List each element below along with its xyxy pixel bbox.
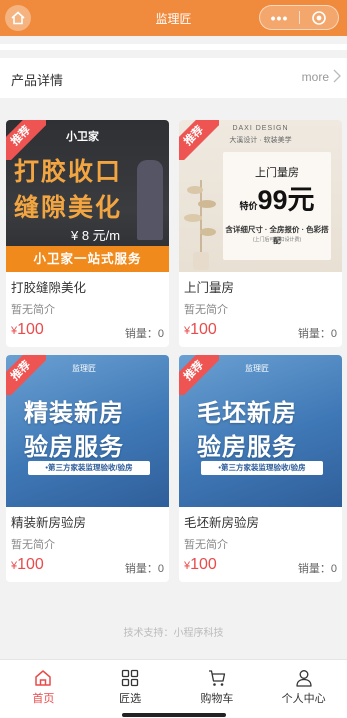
image-headline-2: 验房服务 [24, 434, 124, 461]
product-price: ¥100 [11, 556, 44, 574]
image-logo-text: 监理匠 [245, 364, 269, 373]
product-card[interactable]: 小卫家 打胶收口 缝隙美化 ¥ 8 元/m 小卫家一站式服务 推荐 打胶缝隙美化… [6, 120, 169, 347]
product-sales: 销量：0 [124, 328, 164, 340]
capsule-menu: ••• [259, 5, 339, 30]
product-image[interactable]: 监理匠 精装新房 验房服务 •第三方家装监理验收/验房 推荐 [6, 355, 169, 507]
more-link[interactable]: more [302, 70, 329, 84]
product-sales: 销量：0 [124, 563, 164, 575]
home-indicator [122, 713, 226, 717]
grid-icon [121, 669, 139, 687]
product-name[interactable]: 打胶缝隙美化 [11, 277, 86, 296]
product-desc: 暂无简介 [184, 304, 228, 316]
home-icon [35, 670, 52, 686]
image-pill-text: •第三方家装监理验收/验房 [28, 461, 150, 475]
product-sales: 销量：0 [297, 328, 337, 340]
more-button[interactable]: ••• [260, 6, 299, 29]
close-button[interactable] [300, 6, 338, 29]
cart-icon [208, 670, 226, 686]
tab-profile[interactable]: 个人中心 [260, 660, 347, 718]
product-price: ¥100 [184, 556, 217, 574]
tab-label: 购物车 [200, 693, 234, 705]
tab-label: 个人中心 [281, 693, 326, 705]
product-card[interactable]: DAXI DESIGN 大溪设计 · 软装美学 上门量房 特价99元 含详细尺寸… [179, 120, 342, 347]
top-divider-strip [0, 44, 347, 50]
product-desc: 暂无简介 [11, 539, 55, 551]
image-headline-2: 缝隙美化 [14, 194, 123, 222]
product-desc: 暂无简介 [11, 304, 55, 316]
image-text-panel: 上门量房 特价99元 含详细尺寸 · 全房报价 · 色彩搭配 (上门后可抵扣设计… [223, 152, 331, 260]
price-value: 100 [190, 321, 217, 338]
image-panel-note: (上门后可抵扣设计费) [252, 237, 302, 243]
bottom-tab-bar: 首页 匠选 购物车 个人中心 [0, 659, 347, 718]
title-bar: 监理匠 ••• [0, 0, 347, 36]
product-image[interactable]: 监理匠 毛坯新房 验房服务 •第三方家装监理验收/验房 推荐 [179, 355, 342, 507]
price-value: 100 [17, 556, 44, 573]
product-card[interactable]: 监理匠 毛坯新房 验房服务 •第三方家装监理验收/验房 推荐 毛坯新房验房 暂无… [179, 355, 342, 582]
tab-home[interactable]: 首页 [0, 660, 87, 718]
image-pill-text: •第三方家装监理验收/验房 [201, 461, 323, 475]
recommend-badge-label: 推荐 [6, 355, 46, 395]
product-sales: 销量：0 [297, 563, 337, 575]
chevron-right-icon[interactable] [333, 69, 341, 83]
recommend-badge: 推荐 [179, 355, 219, 395]
price-value: 100 [190, 556, 217, 573]
image-headline-1: 精装新房 [24, 400, 124, 427]
tab-select[interactable]: 匠选 [87, 660, 174, 718]
recommend-badge: 推荐 [6, 355, 46, 395]
tech-support-note: 技术支持：小程序科技 [123, 628, 224, 639]
image-headline-1: 毛坯新房 [197, 400, 297, 427]
image-bottom-bar: 小卫家一站式服务 [6, 246, 169, 272]
section-title: 产品详情 [11, 73, 64, 88]
product-name[interactable]: 精装新房验房 [11, 512, 86, 531]
image-headline-2: 验房服务 [197, 434, 297, 461]
target-close-icon [312, 10, 326, 25]
tab-label: 匠选 [119, 693, 142, 705]
product-image[interactable]: DAXI DESIGN 大溪设计 · 软装美学 上门量房 特价99元 含详细尺寸… [179, 120, 342, 272]
price-value: 100 [17, 321, 44, 338]
image-logo-text: 监理匠 [72, 364, 96, 373]
image-special-label: 特价 [239, 201, 258, 211]
recommend-badge-label: 推荐 [6, 120, 46, 160]
plant-decoration [184, 180, 216, 270]
image-brand-text: 小卫家 [66, 131, 99, 143]
product-name[interactable]: 毛坯新房验房 [184, 512, 259, 531]
product-desc: 暂无简介 [184, 539, 228, 551]
image-panel-price: 特价99元 [223, 178, 331, 217]
tab-label: 首页 [32, 693, 55, 705]
image-big-price: 99元 [257, 185, 315, 215]
product-price: ¥100 [11, 321, 44, 339]
user-icon [295, 670, 312, 687]
worker-figure [137, 160, 163, 240]
recommend-badge-label: 推荐 [179, 120, 219, 160]
product-image[interactable]: 小卫家 打胶收口 缝隙美化 ¥ 8 元/m 小卫家一站式服务 推荐 [6, 120, 169, 272]
image-price-text: ¥ 8 元/m [71, 228, 121, 243]
recommend-badge: 推荐 [179, 120, 219, 160]
product-price: ¥100 [184, 321, 217, 339]
recommend-badge: 推荐 [6, 120, 46, 160]
tab-cart[interactable]: 购物车 [174, 660, 261, 718]
product-name[interactable]: 上门量房 [184, 277, 234, 296]
product-card[interactable]: 监理匠 精装新房 验房服务 •第三方家装监理验收/验房 推荐 精装新房验房 暂无… [6, 355, 169, 582]
section-header: 产品详情 more [0, 58, 347, 98]
recommend-badge-label: 推荐 [179, 355, 219, 395]
